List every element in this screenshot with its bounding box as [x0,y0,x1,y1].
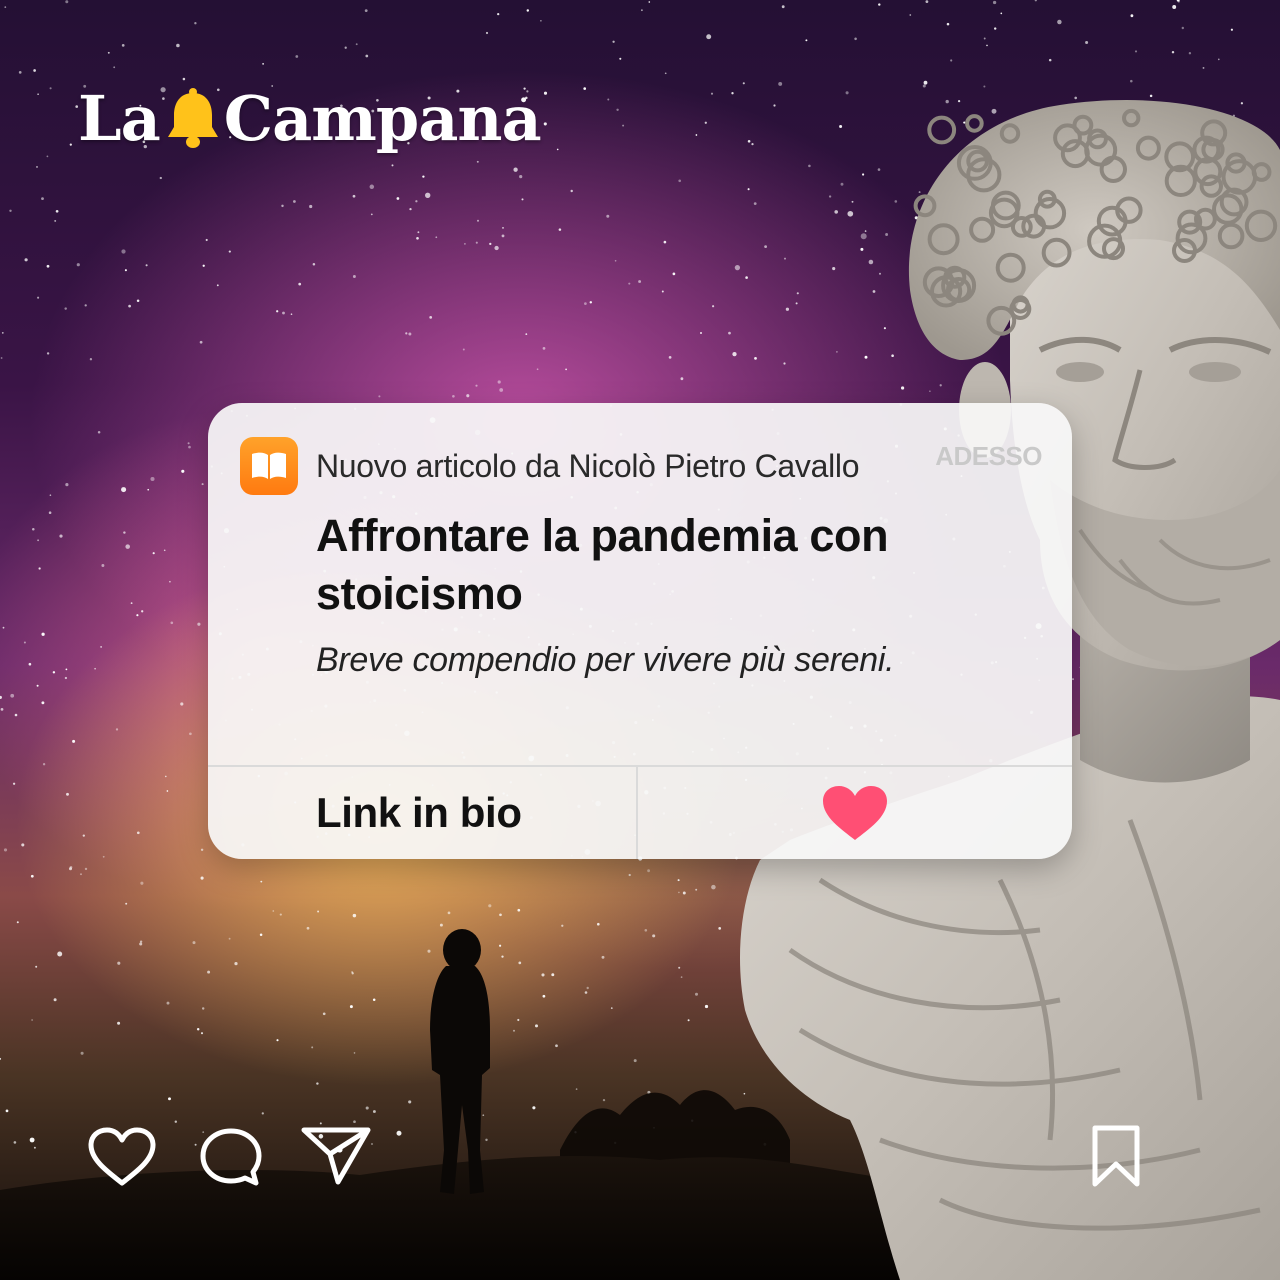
notification-card[interactable]: Nuovo articolo da Nicolò Pietro Cavallo … [208,403,1072,859]
brand-name-part1: La [78,81,161,155]
notification-source: Nuovo articolo da Nicolò Pietro Cavallo [316,447,860,484]
notification-subtitle: Breve compendio per vivere più sereni. [316,641,895,679]
heart-outline-icon[interactable] [86,1126,158,1188]
link-in-bio-button[interactable]: Link in bio [208,767,638,859]
book-icon [240,437,298,495]
brand-name-part2: Campana [223,81,542,155]
paper-plane-icon[interactable] [300,1124,372,1188]
comment-icon[interactable] [198,1126,264,1188]
bookmark-icon[interactable] [1090,1124,1142,1188]
heart-reaction-button[interactable] [638,767,1072,859]
heart-icon [823,786,887,840]
notification-time: ADESSO [935,441,1042,471]
notification-actions: Link in bio [208,765,1072,859]
brand-logo: La Campana [78,78,542,158]
notification-title: Affrontare la pandemia con stoicismo [316,510,889,619]
notification-header: Nuovo articolo da Nicolò Pietro Cavallo … [240,437,1042,495]
link-in-bio-label: Link in bio [316,789,522,836]
bell-icon [167,88,218,148]
